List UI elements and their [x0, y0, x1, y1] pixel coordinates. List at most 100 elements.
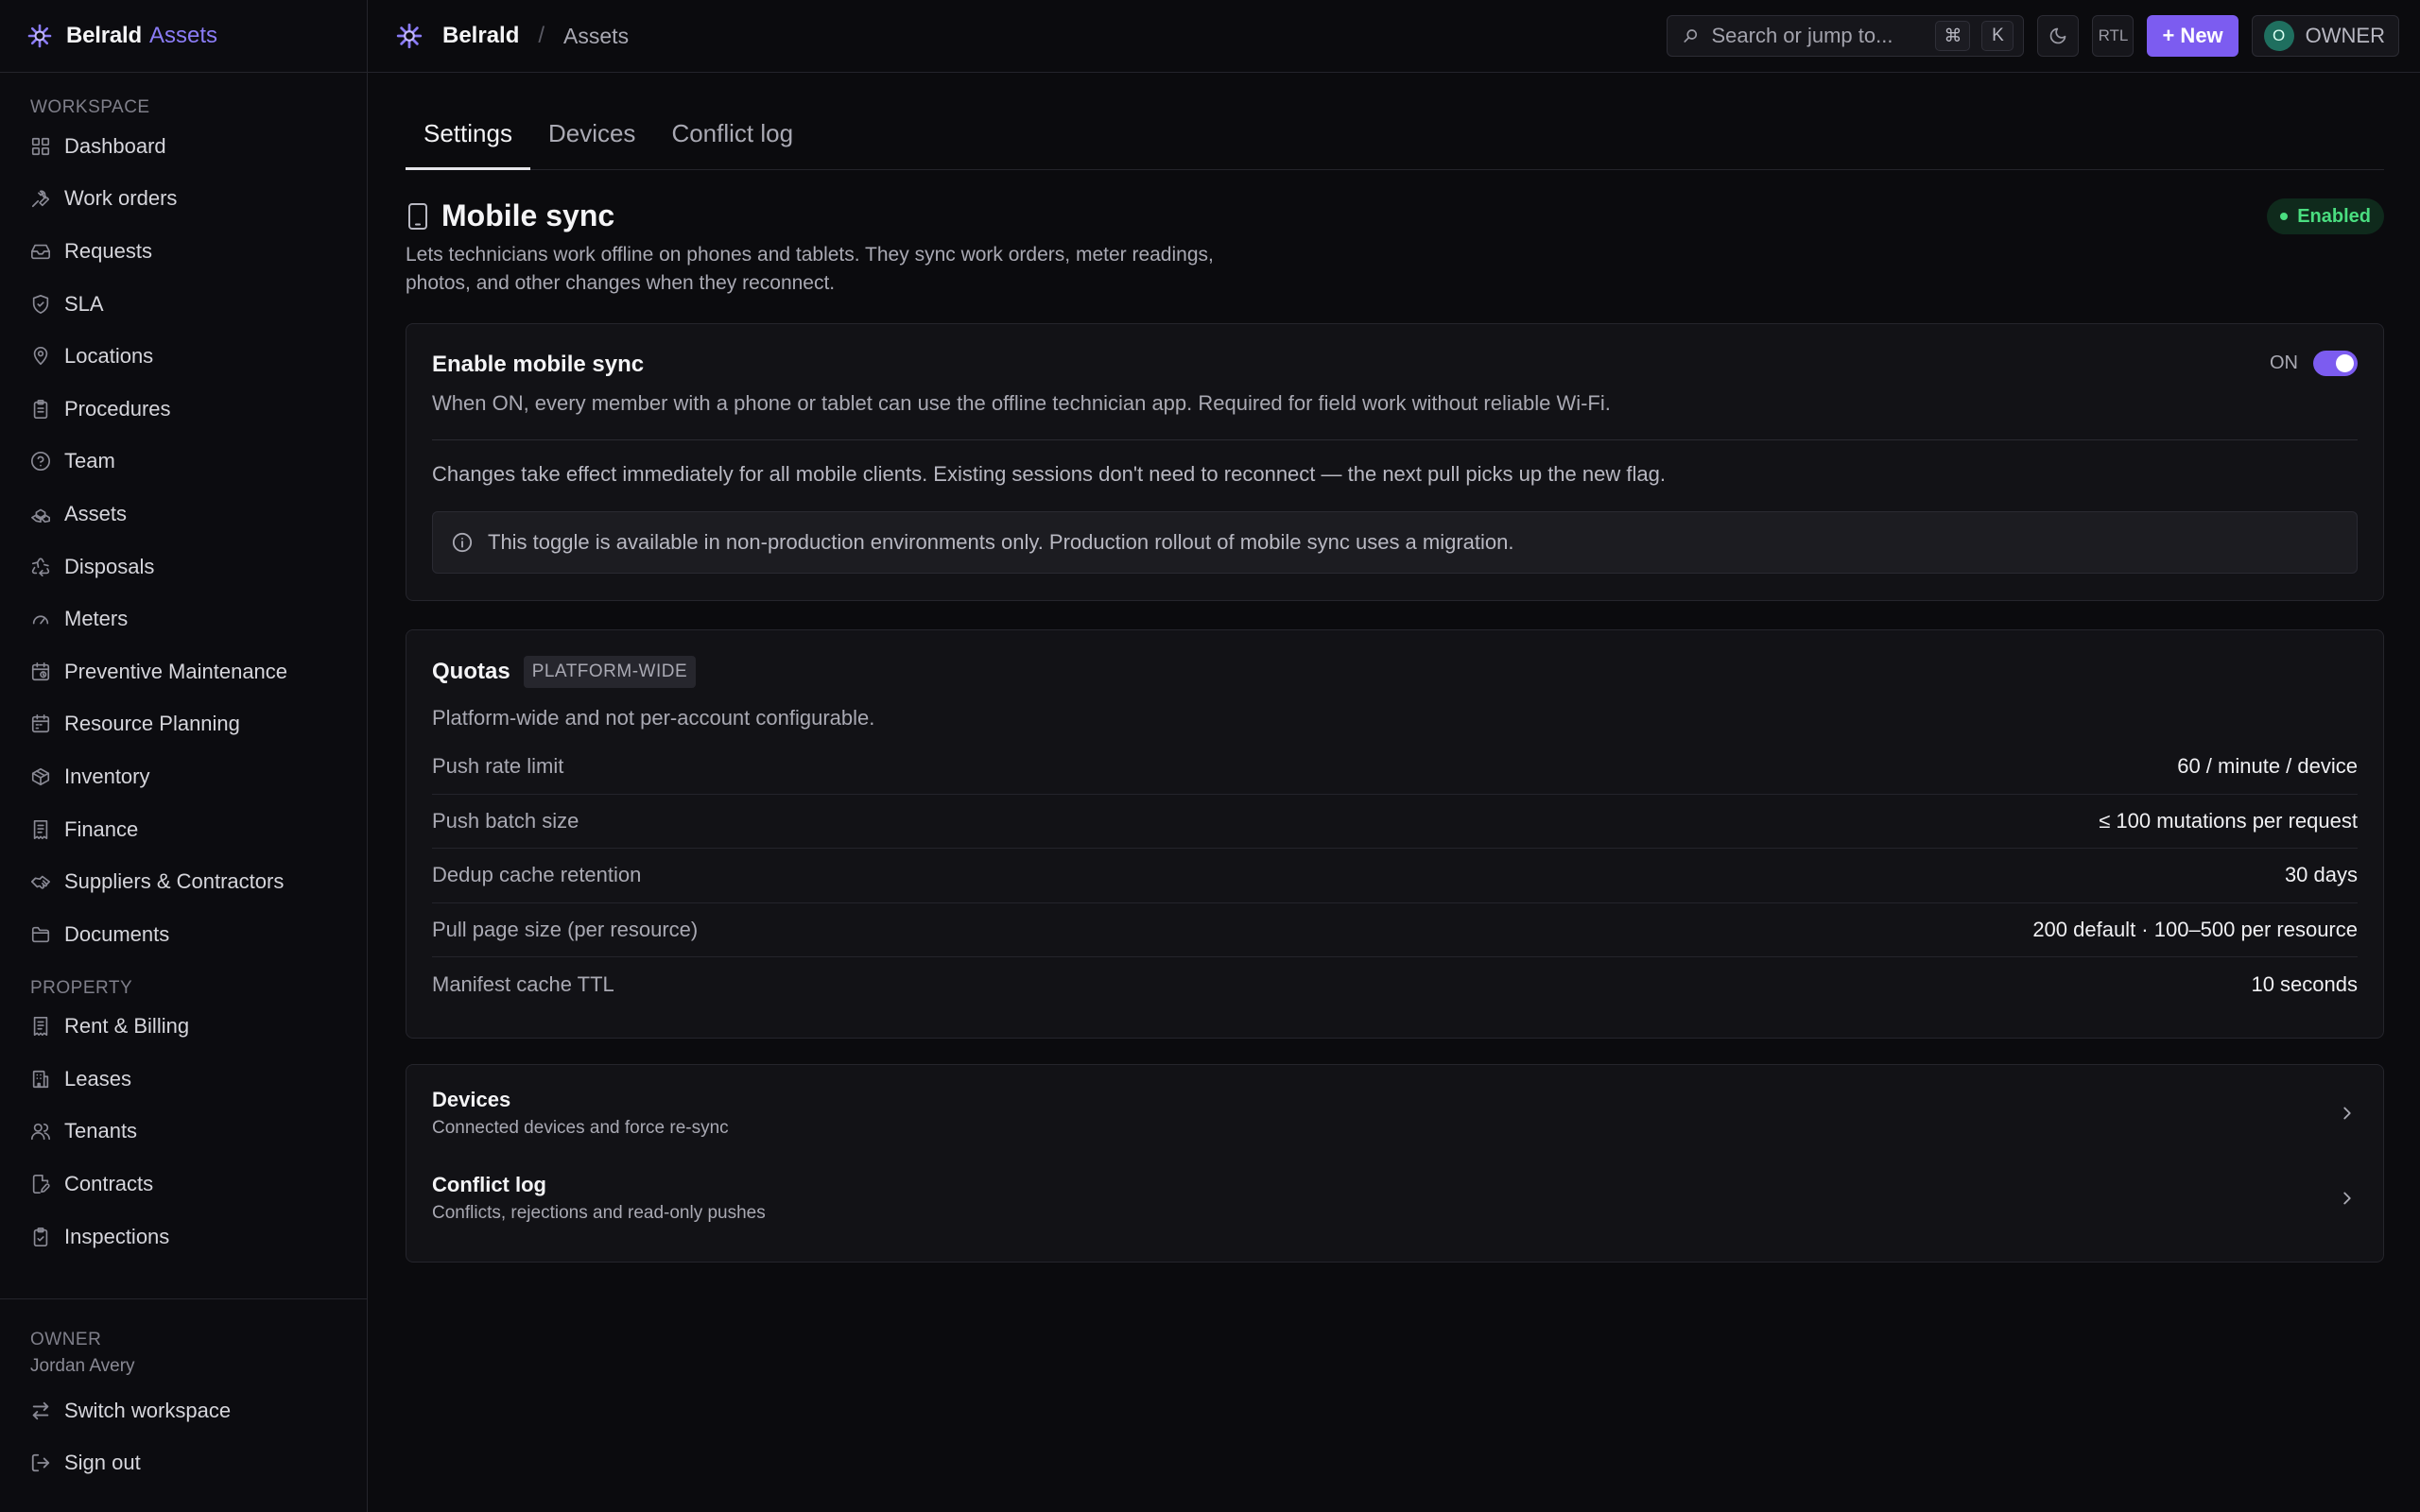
effect-note: Changes take effect immediately for all …	[432, 462, 1666, 486]
sidebar-item-disposals[interactable]: Disposals	[0, 541, 367, 593]
property-nav: Rent & Billing Leases Tenants Contracts Insp…	[0, 1001, 367, 1263]
wrench-icon	[30, 188, 51, 209]
search-input[interactable]: Search or jump to... ⌘ K	[1667, 15, 2025, 57]
sidebar-item-work-orders[interactable]: Work orders	[0, 173, 367, 226]
calendar-clock-icon	[30, 662, 51, 682]
sidebar-item-label: Team	[64, 449, 115, 473]
brand[interactable]: Belrald Assets	[0, 0, 367, 73]
info-icon	[452, 532, 473, 553]
sidebar-item-label: Locations	[64, 344, 154, 369]
sidebar-item-assets[interactable]: Assets	[0, 488, 367, 541]
sidebar-item-label: Work orders	[64, 186, 178, 211]
sidebar-item-dashboard[interactable]: Dashboard	[0, 120, 367, 173]
rtl-label: RTL	[2098, 26, 2129, 44]
quota-value: 10 seconds	[2251, 971, 2358, 996]
enable-sync-title: Enable mobile sync	[432, 352, 645, 377]
link-conflict-log[interactable]: Conflict log Conflicts, rejections and re…	[432, 1165, 2358, 1231]
sidebar-item-finance[interactable]: Finance	[0, 803, 367, 856]
sidebar-item-requests[interactable]: Requests	[0, 225, 367, 278]
quota-key: Manifest cache TTL	[432, 971, 614, 996]
sidebar: Belrald Assets WORKSPACE Dashboard Work o…	[0, 0, 368, 1512]
account-menu-button[interactable]: O OWNER	[2251, 15, 2399, 57]
sidebar-item-label: Resource Planning	[64, 712, 240, 736]
switch-workspace-button[interactable]: Switch workspace	[0, 1384, 367, 1437]
sidebar-item-label: Assets	[64, 501, 128, 525]
topbar-actions: Search or jump to... ⌘ K RTL + New O OWN…	[1667, 14, 2399, 58]
workspace-nav: Dashboard Work orders Requests SLA Locations…	[0, 120, 367, 961]
tab-settings[interactable]: Settings	[406, 119, 530, 170]
topbar: Belrald / Assets Search or jump to... ⌘ …	[368, 0, 2420, 73]
sidebar-item-contracts[interactable]: Contracts	[0, 1158, 367, 1211]
tab-bar: Settings Devices Conflict log	[406, 73, 2384, 170]
sidebar-item-suppliers-and-contractors[interactable]: Suppliers & Contractors	[0, 855, 367, 908]
quota-row: Push batch size ≤ 100 mutations per reque…	[432, 795, 2358, 849]
sidebar-item-rent-and-billing[interactable]: Rent & Billing	[0, 1001, 367, 1054]
sidebar-item-label: Procedures	[64, 396, 171, 421]
sidebar-item-documents[interactable]: Documents	[0, 908, 367, 961]
sidebar-item-sla[interactable]: SLA	[0, 278, 367, 331]
quota-value: 60 / minute / device	[2177, 754, 2358, 779]
mobile-sync-toggle[interactable]	[2313, 351, 2358, 376]
main-content: Settings Devices Conflict log Mobile sync …	[406, 73, 2384, 1263]
link-title: Conflict log	[432, 1173, 546, 1196]
switch-workspace-label: Switch workspace	[64, 1398, 232, 1422]
quota-key: Dedup cache retention	[432, 863, 642, 887]
sidebar-item-inventory[interactable]: Inventory	[0, 750, 367, 803]
breadcrumb-separator: /	[538, 23, 545, 48]
quota-row: Pull page size (per resource) 200 default…	[432, 903, 2358, 957]
sidebar-item-team[interactable]: Team	[0, 436, 367, 489]
sidebar-item-resource-planning[interactable]: Resource Planning	[0, 698, 367, 751]
sign-out-button[interactable]: Sign out	[0, 1437, 367, 1490]
enable-sync-description: When ON, every member with a phone or ta…	[432, 391, 1611, 415]
chevron-right-icon	[2337, 1103, 2358, 1124]
link-text: Devices Connected devices and force re-sy…	[432, 1088, 729, 1139]
sidebar-item-procedures[interactable]: Procedures	[0, 383, 367, 436]
quota-row: Manifest cache TTL 10 seconds	[432, 957, 2358, 1012]
sidebar-item-label: Leases	[64, 1066, 131, 1091]
mobile-sync-toggle-group: ON	[2270, 351, 2358, 376]
breadcrumb-current[interactable]: Assets	[563, 24, 629, 49]
quota-row: Push rate limit 60 / minute / device	[432, 740, 2358, 795]
quota-value: 30 days	[2284, 863, 2358, 887]
new-button[interactable]: + New	[2147, 15, 2238, 57]
sidebar-item-label: Inventory	[64, 764, 150, 788]
receipt-icon	[30, 819, 51, 840]
chevron-right-icon	[2337, 1188, 2358, 1209]
quota-key: Push rate limit	[432, 754, 564, 779]
theme-toggle-button[interactable]	[2037, 15, 2080, 57]
log-out-icon	[30, 1452, 51, 1473]
quotas-subtitle: Platform-wide and not per-account config…	[432, 706, 875, 730]
status-dot-icon	[2280, 213, 2289, 220]
arrows-swap-icon	[30, 1400, 51, 1421]
sign-out-label: Sign out	[64, 1451, 141, 1475]
brand-product: Assets	[148, 23, 217, 48]
breadcrumb-root[interactable]: Belrald	[442, 23, 519, 49]
sidebar-item-leases[interactable]: Leases	[0, 1053, 367, 1106]
calendar-icon	[30, 713, 51, 734]
sidebar-item-inspections[interactable]: Inspections	[0, 1211, 367, 1263]
page-title: Mobile sync	[441, 198, 615, 232]
platform-wide-badge: PLATFORM-WIDE	[523, 656, 697, 688]
new-button-label: + New	[2162, 24, 2223, 47]
sidebar-item-tenants[interactable]: Tenants	[0, 1106, 367, 1159]
quotas-table: Push rate limit 60 / minute / device Push …	[432, 740, 2358, 1012]
toggle-knob	[2336, 354, 2354, 372]
search-icon	[1683, 27, 1700, 44]
sidebar-item-label: Preventive Maintenance	[64, 659, 288, 683]
rtl-toggle-button[interactable]: RTL	[2092, 15, 2135, 57]
sidebar-item-locations[interactable]: Locations	[0, 330, 367, 383]
sidebar-item-label: Dashboard	[64, 133, 166, 158]
tab-devices[interactable]: Devices	[530, 119, 653, 169]
clipboard-check-icon	[30, 1227, 51, 1247]
kbd-k: K	[1981, 21, 2014, 51]
tab-conflict-log[interactable]: Conflict log	[653, 119, 811, 169]
link-devices[interactable]: Devices Connected devices and force re-sy…	[432, 1080, 2358, 1146]
section-label-workspace: WORKSPACE	[30, 97, 150, 117]
sidebar-item-meters[interactable]: Meters	[0, 593, 367, 645]
sidebar-item-preventive-maintenance[interactable]: Preventive Maintenance	[0, 645, 367, 698]
link-subtitle: Conflicts, rejections and read-only push…	[432, 1203, 766, 1223]
handshake-icon	[30, 871, 51, 892]
sidebar-item-label: Tenants	[64, 1119, 138, 1143]
folder-icon	[30, 924, 51, 945]
sidebar-item-label: Requests	[64, 238, 152, 263]
